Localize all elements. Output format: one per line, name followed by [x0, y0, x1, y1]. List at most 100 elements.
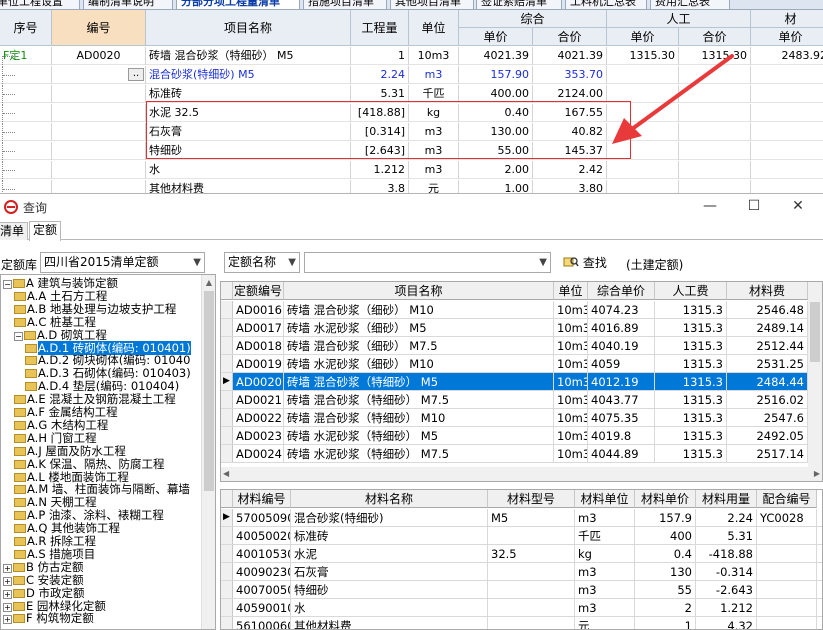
quota-cell: 10m3	[554, 337, 588, 354]
quota-cell: 10m3	[554, 373, 588, 390]
doc-tab[interactable]: 其他项目清单	[390, 0, 474, 9]
window-titlebar[interactable]: 查询 — ☐ ✕	[0, 194, 823, 220]
doc-tab[interactable]: 签证索赔清单	[476, 0, 562, 9]
quota-header[interactable]: 单位	[554, 282, 588, 300]
material-row[interactable]: 40070050 特细砂 m3 55 -2.643	[221, 581, 822, 599]
material-row[interactable]: 40010530 水泥 32.5 kg 0.4 -418.88	[221, 545, 822, 563]
expand-icon[interactable]: +	[3, 589, 12, 599]
doc-tab[interactable]: 分部分项工程量清单	[176, 0, 300, 9]
tree-item-label: A.D.4 垫层(编码: 010404)	[38, 379, 180, 394]
collapse-icon[interactable]: −	[14, 331, 23, 341]
row-indicator	[221, 527, 233, 544]
material-cell: -0.314	[696, 563, 757, 580]
quota-header[interactable]: 材料费	[727, 282, 808, 300]
expand-icon[interactable]: +	[3, 563, 12, 573]
material-grid[interactable]: 材料编号 材料名称 材料型号 材料单位 材料单价 材料用量 配合编号 ▶ 57005090 混合砂…	[220, 489, 823, 630]
bill-cell-mat	[751, 85, 823, 103]
quota-row[interactable]: AD0022 砖墙 混合砂浆（特细砂） M10 10m3 4075.35 1315.3 2…	[221, 409, 810, 427]
material-cell: 130	[635, 563, 696, 580]
material-row[interactable]: 56100060 其他材料费 元 1 4.32	[221, 617, 822, 629]
close-button[interactable]: ✕	[776, 194, 820, 220]
quota-row[interactable]: AD0016 砖墙 混合砂浆（细砂） M10 10m3 4074.23 1315.3 25…	[221, 301, 810, 319]
header-quantity: 工程量	[351, 10, 409, 46]
quota-row[interactable]: AD0024 砖墙 水泥砂浆（特细砂） M7.5 10m3 4044.89 1315.3…	[221, 445, 810, 463]
doc-tab[interactable]: 工料机汇总表	[565, 0, 647, 9]
library-select[interactable]: 四川省2015清单定额 ▼	[40, 252, 205, 273]
folder-icon	[13, 588, 25, 598]
material-header[interactable]: 材料用量	[696, 490, 757, 508]
quota-row[interactable]: AD0023 砖墙 水泥砂浆（特细砂） M5 10m3 4019.8 1315.3 249…	[221, 427, 810, 445]
tab-quota[interactable]: 定额	[29, 221, 62, 241]
quota-grid[interactable]: 定额编号 项目名称 单位 综合单价 人工费 材料费 AD0016 砖墙 混合砂浆（细砂） M1…	[220, 281, 823, 482]
search-input[interactable]: ▼	[304, 252, 551, 273]
find-button[interactable]: 查找	[563, 254, 607, 272]
scroll-up-icon[interactable]: ▲	[204, 278, 214, 288]
tree-item-label: E 园林绿化定额	[26, 598, 106, 613]
material-header[interactable]: 材料名称	[291, 490, 488, 508]
expand-icon[interactable]: +	[3, 576, 12, 586]
quota-row[interactable]: AD0021 砖墙 混合砂浆（特细砂） M7.5 10m3 4043.77 1315.3…	[221, 391, 810, 409]
quota-row[interactable]: AD0017 砖墙 水泥砂浆（细砂） M5 10m3 4016.89 1315.3 248…	[221, 319, 810, 337]
quota-row[interactable]: ▶ AD0020 砖墙 混合砂浆（特细砂） M5 10m3 4012.19 1315.3 2…	[221, 373, 810, 391]
material-header[interactable]: 配合编号	[757, 490, 817, 508]
expand-icon[interactable]: +	[3, 615, 12, 625]
bill-cell-qty: 3.8	[351, 180, 409, 193]
material-row[interactable]: 40090230 石灰膏 m3 130 -0.314	[221, 563, 822, 581]
material-cell	[488, 527, 575, 544]
doc-tab[interactable]: 单位工程设置	[0, 0, 80, 9]
ellipsis-button[interactable]: ..	[128, 68, 144, 81]
material-row[interactable]: 40590010 水 m3 2 1.212	[221, 599, 822, 617]
collapse-icon[interactable]: −	[3, 280, 12, 289]
doc-tab[interactable]: 费用汇总表	[650, 0, 730, 9]
quota-header[interactable]: 项目名称	[284, 282, 554, 300]
quota-cell: 2512.44	[727, 337, 808, 354]
quota-row[interactable]: AD0018 砖墙 混合砂浆（细砂） M7.5 10m3 4040.19 1315.3 2…	[221, 337, 810, 355]
quota-hscroll[interactable]: ◀ ▶	[221, 467, 822, 481]
material-header[interactable]: 材料型号	[488, 490, 575, 508]
quota-row[interactable]: AD0019 砖墙 水泥砂浆（细砂） M10 10m3 4059 1315.3 2531.…	[221, 355, 810, 373]
quota-header[interactable]: 人工费	[655, 282, 727, 300]
tree-item[interactable]: − A.D 砌筑工程	[14, 328, 107, 342]
quota-cell: 10m3	[554, 409, 588, 426]
folder-icon	[24, 330, 36, 340]
doc-tab[interactable]: 编制清单说明	[83, 0, 173, 9]
quota-header[interactable]: 定额编号	[233, 282, 284, 300]
tree-item[interactable]: + F 构筑物定额	[3, 612, 94, 625]
quota-cell: 4019.8	[588, 427, 655, 444]
bill-cell-unit: m3	[409, 66, 459, 84]
maximize-button[interactable]: ☐	[732, 194, 776, 220]
quota-cell: 4012.19	[588, 373, 655, 390]
material-row[interactable]: ▶ 57005090 混合砂浆(特细砂) M5 m3 157.9 2.24 YC0028	[221, 509, 822, 527]
quota-vscroll-thumb[interactable]	[810, 302, 820, 362]
quota-cell: AD0020	[233, 373, 284, 390]
material-header[interactable]: 材料编号	[233, 490, 291, 508]
material-header[interactable]: 材料单位	[575, 490, 635, 508]
bill-row[interactable]: 其他材料费 3.8 元 1.00 3.80	[0, 180, 823, 193]
scroll-left-icon[interactable]: ◀	[223, 467, 229, 481]
expand-icon[interactable]: +	[3, 602, 12, 612]
material-header[interactable]: 材料单价	[635, 490, 696, 508]
folder-icon	[14, 446, 26, 456]
doc-tab[interactable]: 措施项目清单	[303, 0, 387, 9]
material-cell: 2.24	[696, 509, 757, 526]
bill-cell-lt	[679, 161, 751, 179]
minimize-button[interactable]: —	[688, 194, 732, 220]
bill-cell-lt	[679, 180, 751, 193]
tree-scrollbar[interactable]: ▲	[201, 275, 215, 629]
tree-item-label: D 市政定额	[26, 585, 85, 600]
folder-icon	[14, 420, 26, 430]
scroll-right-icon[interactable]: ▶	[814, 467, 820, 481]
bill-cell-mat	[751, 161, 823, 179]
material-row[interactable]: 40050020 标准砖 千匹 400 5.31	[221, 527, 822, 545]
tree-item-label: A.D.2 砌块砌体(编码: 01040	[38, 353, 191, 368]
bill-of-quantities-grid: 序号 编号 项目名称 工程量 单位 综合 单价 合价 人工 单价 合价 材 单价…	[0, 10, 823, 193]
material-cell: 2	[635, 599, 696, 616]
folder-icon	[14, 408, 26, 417]
tab-bill[interactable]: 清单	[0, 222, 29, 240]
quota-category-tree[interactable]: − A 建筑与装饰定额 A.A 土石方工程 A.B 地基处理与边坡支护工程 A.C 桩基…	[0, 274, 216, 630]
bill-row[interactable]: 水 1.212 m3 2.00 2.42	[0, 161, 823, 179]
tree-scroll-thumb[interactable]	[204, 291, 214, 491]
quota-header[interactable]: 综合单价	[588, 282, 655, 300]
field-select[interactable]: 定额名称 ▼	[224, 252, 300, 273]
quota-vscroll[interactable]	[808, 282, 822, 467]
